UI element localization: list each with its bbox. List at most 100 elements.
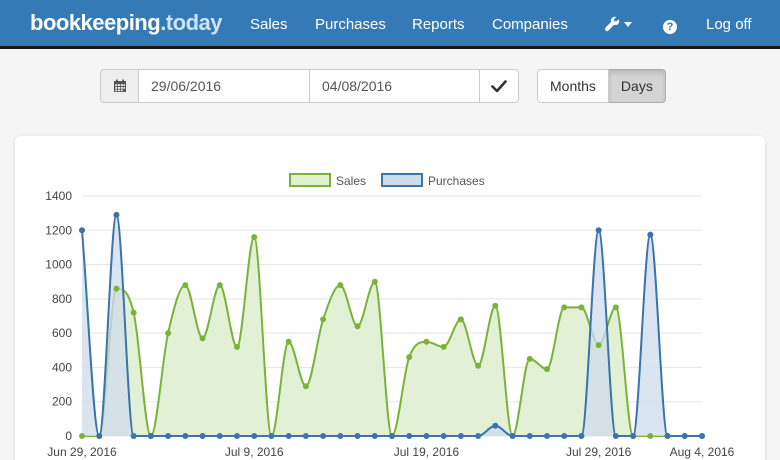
purchases-point xyxy=(113,211,120,218)
x-tick-label: Jul 19, 2016 xyxy=(394,445,460,459)
sales-point xyxy=(457,316,464,323)
purchases-point xyxy=(561,433,568,439)
legend-label-sales: Sales xyxy=(336,174,366,188)
date-to-input[interactable] xyxy=(310,69,480,103)
help-button[interactable]: ? xyxy=(663,17,677,34)
purchases-point xyxy=(268,433,275,439)
checkmark-icon xyxy=(491,80,507,93)
purchases-point xyxy=(509,433,516,439)
calendar-icon xyxy=(113,79,126,92)
sales-point xyxy=(234,343,240,350)
purchases-point xyxy=(630,433,637,439)
purchases-point xyxy=(234,433,240,439)
purchases-point xyxy=(699,433,705,439)
purchases-point xyxy=(216,433,223,439)
sales-point xyxy=(216,282,223,289)
purchases-point xyxy=(337,433,344,439)
logoff-link[interactable]: Log off xyxy=(706,16,752,33)
days-button[interactable]: Days xyxy=(608,69,666,103)
apply-date-button[interactable] xyxy=(480,69,519,103)
nav-reports[interactable]: Reports xyxy=(412,16,465,33)
sales-point xyxy=(595,342,602,349)
legend-label-purchases: Purchases xyxy=(428,174,485,188)
purchases-point xyxy=(647,231,654,238)
sales-purchases-chart: 0 200 400 600 800 1000 1200 1400 Jun 29, 2016 Jul… xyxy=(45,173,735,459)
purchases-point xyxy=(664,433,671,439)
purchases-point xyxy=(423,433,430,439)
purchases-point xyxy=(354,433,361,439)
purchases-point xyxy=(96,433,103,439)
purchases-point xyxy=(612,433,619,439)
sales-point xyxy=(406,354,413,361)
sales-point xyxy=(423,338,430,345)
months-button[interactable]: Months xyxy=(537,69,609,103)
y-tick-label: 800 xyxy=(52,292,72,306)
question-circle-icon: ? xyxy=(663,20,677,34)
purchases-point xyxy=(595,227,602,234)
purchases-point xyxy=(389,433,395,439)
purchases-point xyxy=(130,433,137,439)
purchases-point xyxy=(147,433,154,439)
x-tick-label: Jul 29, 2016 xyxy=(566,445,632,459)
x-tick-label: Aug 4, 2016 xyxy=(670,445,735,459)
chart-panel: 0 200 400 600 800 1000 1200 1400 Jun 29, 2016 Jul… xyxy=(15,136,765,460)
purchases-point xyxy=(199,433,206,439)
sales-point xyxy=(337,282,344,289)
purchases-point xyxy=(544,433,550,439)
nav-sales[interactable]: Sales xyxy=(250,16,288,33)
y-tick-label: 400 xyxy=(52,360,72,374)
purchases-point xyxy=(578,433,585,439)
sales-point xyxy=(251,234,258,241)
sales-point xyxy=(492,302,499,309)
sales-point xyxy=(113,285,120,292)
y-tick-label: 200 xyxy=(52,395,72,409)
sales-point xyxy=(526,355,533,362)
x-tick-label: Jun 29, 2016 xyxy=(47,445,117,459)
y-tick-label: 600 xyxy=(52,326,72,340)
brand-logo[interactable]: bookkeeping.today xyxy=(30,10,222,36)
sales-point xyxy=(544,366,550,373)
sales-point xyxy=(302,383,309,390)
calendar-addon[interactable] xyxy=(100,69,139,103)
sales-point xyxy=(285,338,292,345)
date-range-filter xyxy=(100,69,519,103)
brand-name: bookkeeping xyxy=(30,10,161,35)
sales-point xyxy=(165,330,172,337)
sales-point xyxy=(354,323,361,330)
nav-companies[interactable]: Companies xyxy=(492,16,568,33)
brand-suffix: .today xyxy=(160,10,222,35)
sales-point xyxy=(320,316,327,323)
sales-point xyxy=(561,304,568,311)
x-tick-label: Jul 9, 2016 xyxy=(225,445,284,459)
purchases-point xyxy=(681,433,688,439)
sales-point xyxy=(475,362,482,369)
y-tick-label: 1000 xyxy=(45,258,72,272)
purchases-point xyxy=(320,433,327,439)
purchases-point xyxy=(457,433,464,439)
wrench-icon xyxy=(604,16,620,32)
sales-point xyxy=(612,304,619,311)
settings-dropdown[interactable] xyxy=(604,15,632,32)
purchases-point xyxy=(406,433,413,439)
sales-point xyxy=(199,335,206,342)
legend-swatch-sales xyxy=(289,173,331,187)
purchases-point xyxy=(302,433,309,439)
purchases-point xyxy=(165,433,172,439)
purchases-point xyxy=(79,227,85,234)
purchases-point xyxy=(475,433,482,439)
y-tick-label: 1400 xyxy=(45,189,72,203)
purchases-point xyxy=(371,433,378,439)
purchases-point xyxy=(182,433,189,439)
sales-point xyxy=(130,309,137,316)
y-tick-label: 1200 xyxy=(45,223,72,237)
purchases-point xyxy=(526,433,533,439)
sales-point xyxy=(371,278,378,285)
sales-point xyxy=(578,304,585,311)
purchases-point xyxy=(251,433,258,439)
nav-purchases[interactable]: Purchases xyxy=(315,16,386,33)
purchases-point xyxy=(285,433,292,439)
legend-swatch-purchases xyxy=(381,173,423,187)
sales-point xyxy=(440,343,447,350)
date-from-input[interactable] xyxy=(139,69,310,103)
sales-point xyxy=(79,433,85,439)
